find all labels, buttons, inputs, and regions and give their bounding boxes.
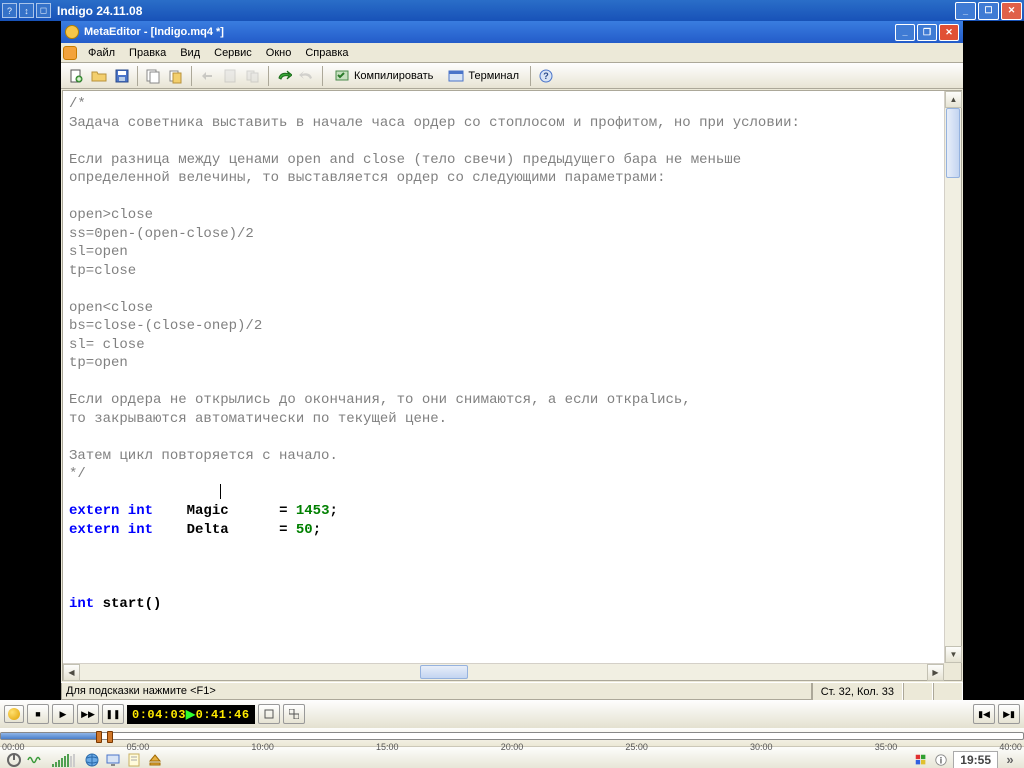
menu-view[interactable]: Вид	[173, 45, 207, 61]
globe-icon[interactable]	[84, 752, 100, 768]
scroll-down-button[interactable]: ▼	[945, 646, 962, 663]
stop-button[interactable]: ■	[27, 704, 49, 724]
pause-button[interactable]: ❚❚	[102, 704, 124, 724]
app-minimize-button[interactable]: _	[895, 24, 915, 41]
timeline-row: 00:0005:0010:0015:0020:0025:0030:0035:00…	[0, 728, 1024, 746]
zoom-window-button[interactable]	[258, 704, 280, 724]
status-empty1	[903, 683, 933, 700]
timeline-progress	[1, 733, 101, 739]
outer-system-icons: ? ↕ ◻	[2, 3, 51, 18]
open-file-button[interactable]	[88, 65, 110, 87]
timeline-track[interactable]	[0, 732, 1024, 740]
menu-window[interactable]: Окно	[259, 45, 299, 61]
svg-text:i: i	[940, 755, 942, 765]
status-empty2	[933, 683, 963, 700]
status-position: Ст. 32, Кол. 33	[812, 683, 903, 700]
undo-small-button	[196, 65, 218, 87]
fullscreen-button[interactable]	[283, 704, 305, 724]
terminal-label: Терминал	[468, 70, 519, 82]
restore-icon[interactable]: ↕	[19, 3, 34, 18]
new-file-button[interactable]	[65, 65, 87, 87]
redo-button	[296, 65, 318, 87]
outer-close-button[interactable]: ✕	[1001, 2, 1022, 20]
scroll-left-button[interactable]: ◀	[63, 664, 80, 681]
power-icon[interactable]	[6, 752, 22, 768]
save-button[interactable]	[111, 65, 133, 87]
scroll-up-button[interactable]: ▲	[945, 91, 962, 108]
menu-bar: Файл Правка Вид Сервис Окно Справка	[61, 43, 963, 63]
app-restore-button[interactable]: ❐	[917, 24, 937, 41]
outer-window-controls: _ ☐ ✕	[955, 2, 1022, 20]
outer-minimize-button[interactable]: _	[955, 2, 976, 20]
eject-icon[interactable]	[147, 752, 163, 768]
scroll-right-button[interactable]: ▶	[927, 664, 944, 681]
vertical-scrollbar[interactable]: ▲ ▼	[944, 91, 961, 663]
left-black-border	[0, 21, 61, 700]
compile-button[interactable]: Компилировать	[327, 65, 440, 87]
menu-edit[interactable]: Правка	[122, 45, 173, 61]
next-track-button[interactable]: ▶▮	[998, 704, 1020, 724]
text-cursor	[220, 484, 221, 499]
app-icon	[65, 25, 79, 39]
outer-window-title: Indigo 24.11.08	[57, 4, 955, 18]
flag-icon[interactable]	[913, 752, 929, 768]
info-icon[interactable]: i	[933, 752, 949, 768]
status-hint: Для подсказки нажмите <F1>	[61, 683, 812, 700]
scroll-corner	[944, 663, 961, 680]
clock-display: 19:55	[953, 751, 998, 768]
outer-maximize-button[interactable]: ☐	[978, 2, 999, 20]
collapse-icon[interactable]: »	[1002, 752, 1018, 768]
terminal-icon	[448, 68, 464, 84]
volume-meter	[52, 753, 75, 767]
vertical-scroll-thumb[interactable]	[946, 108, 960, 178]
paste2-button	[242, 65, 264, 87]
compile-label: Компилировать	[354, 70, 433, 82]
cut-button[interactable]	[142, 65, 164, 87]
svg-text:?: ?	[543, 71, 549, 81]
ff-button[interactable]: ▶▶	[77, 704, 99, 724]
copy-button[interactable]	[165, 65, 187, 87]
prev-track-button[interactable]: ▮◀	[973, 704, 995, 724]
undo-button[interactable]	[273, 65, 295, 87]
status-bar: Для подсказки нажмите <F1> Ст. 32, Кол. …	[61, 682, 963, 700]
help-icon[interactable]: ?	[2, 3, 17, 18]
terminal-button[interactable]: Терминал	[441, 65, 526, 87]
play-button[interactable]: ▶	[52, 704, 74, 724]
compile-icon	[334, 68, 350, 84]
record-button[interactable]	[4, 705, 24, 723]
horizontal-scroll-thumb[interactable]	[420, 665, 468, 679]
app-titlebar: MetaEditor - [Indigo.mq4 *] _ ❐ ✕	[61, 21, 963, 43]
timeline-labels: 00:0005:0010:0015:0020:0025:0030:0035:00…	[0, 742, 1024, 752]
timecode-display: 0:04:03▶0:41:46	[127, 705, 255, 724]
maximize-icon[interactable]: ◻	[36, 3, 51, 18]
menu-service[interactable]: Сервис	[207, 45, 259, 61]
outer-window-titlebar: ? ↕ ◻ Indigo 24.11.08 _ ☐ ✕	[0, 0, 1024, 21]
app-close-button[interactable]: ✕	[939, 24, 959, 41]
toolbar: Компилировать Терминал ?	[61, 63, 963, 89]
code-editor[interactable]: /* Задача советника выставить в начале ч…	[62, 90, 962, 681]
note-icon[interactable]	[126, 752, 142, 768]
paste-button	[219, 65, 241, 87]
app-title: MetaEditor - [Indigo.mq4 *]	[84, 26, 895, 38]
app-small-icon	[63, 46, 77, 60]
horizontal-scrollbar[interactable]: ◀ ▶	[63, 663, 944, 680]
right-black-border	[963, 21, 1024, 700]
metaeditor-app: MetaEditor - [Indigo.mq4 *] _ ❐ ✕ Файл П…	[61, 21, 963, 700]
player-toolbar: ■ ▶ ▶▶ ❚❚ 0:04:03▶0:41:46 ▮◀ ▶▮	[0, 700, 1024, 728]
monitor-icon[interactable]	[105, 752, 121, 768]
wave-icon[interactable]	[27, 752, 43, 768]
menu-help[interactable]: Справка	[298, 45, 355, 61]
help-button[interactable]: ?	[535, 65, 557, 87]
menu-file[interactable]: Файл	[81, 45, 122, 61]
